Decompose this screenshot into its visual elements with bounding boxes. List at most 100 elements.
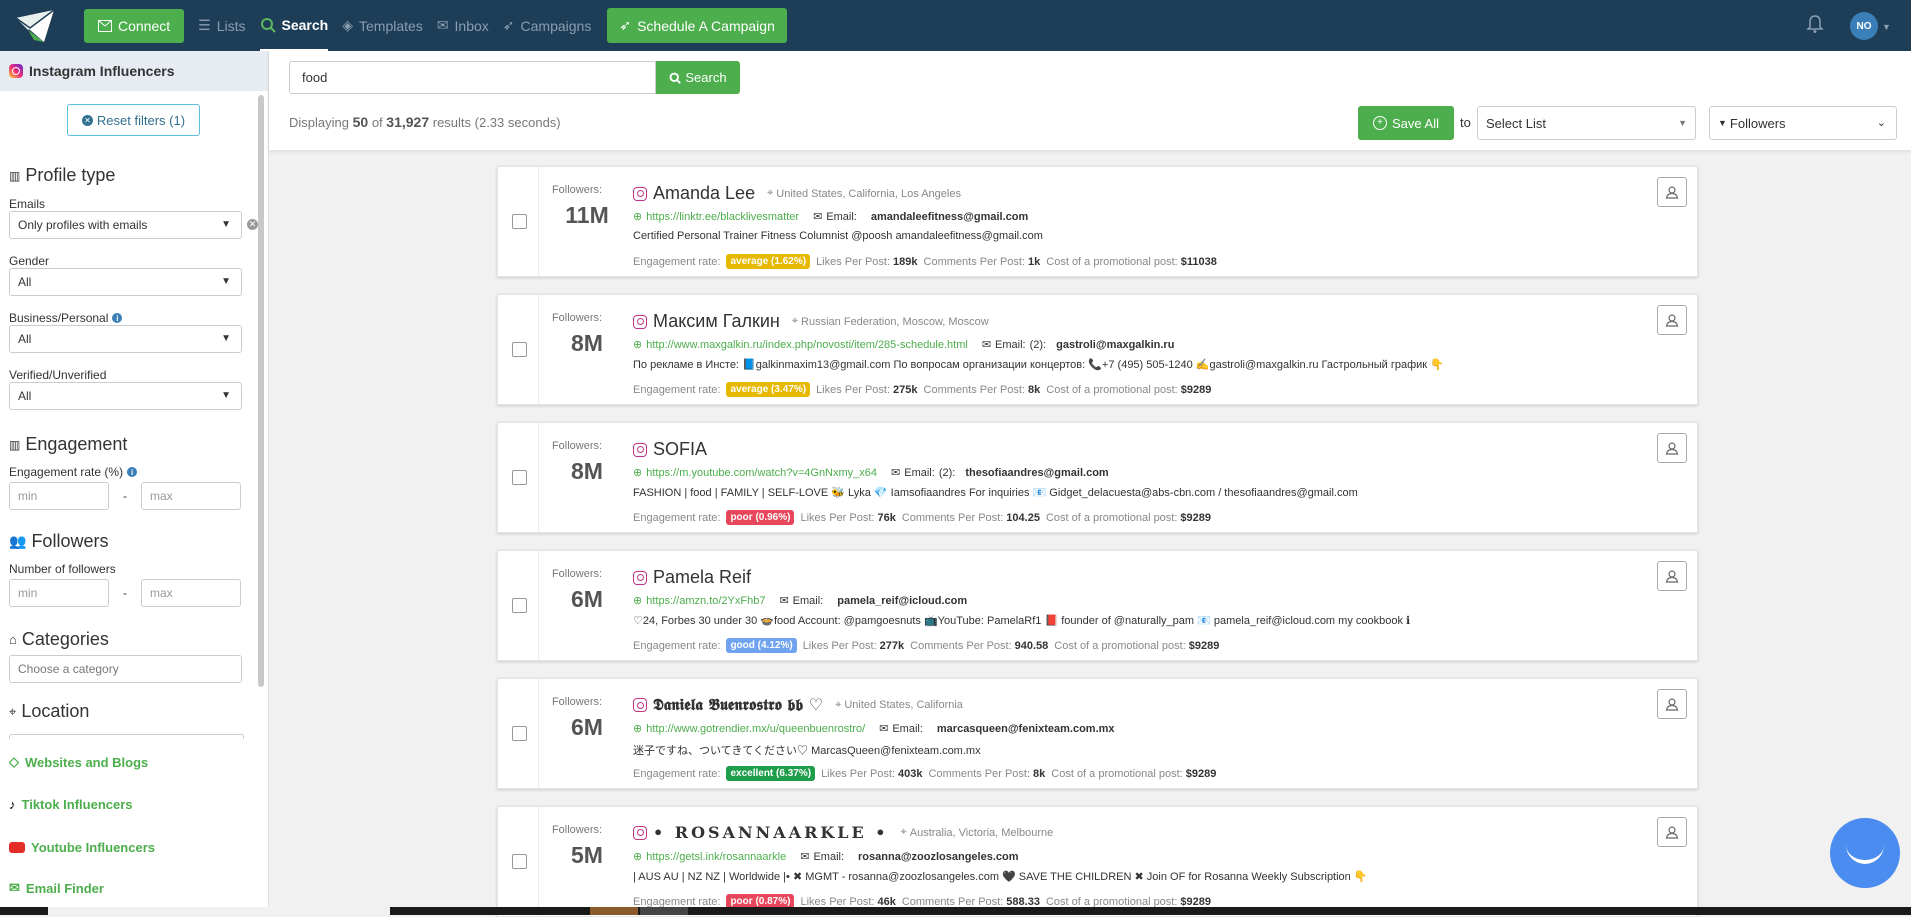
profile-type-title: Profile type bbox=[25, 165, 116, 185]
add-to-list-button[interactable] bbox=[1657, 305, 1687, 335]
user-icon bbox=[1665, 826, 1679, 839]
influencer-name[interactable]: • ROSANNAARKLE • bbox=[653, 823, 889, 842]
likes-value: 189k bbox=[893, 255, 918, 268]
card-divider bbox=[538, 423, 539, 532]
nav-search[interactable]: Search bbox=[259, 0, 329, 51]
nav-templates[interactable]: ◈ Templates bbox=[342, 0, 423, 51]
name-row: Pamela Reif bbox=[633, 567, 751, 588]
users-icon: 👥 bbox=[9, 533, 27, 549]
influencer-name[interactable]: Максим Галкин bbox=[653, 311, 780, 332]
followers-count: 5M bbox=[571, 842, 603, 868]
emails-select[interactable]: Only profiles with emails ▼ bbox=[9, 211, 242, 239]
likes-label: Likes Per Post: bbox=[800, 895, 875, 908]
website-link[interactable]: https://linktr.ee/blacklivesmatter bbox=[646, 211, 799, 223]
location-input[interactable] bbox=[9, 734, 244, 739]
bio-text: ♡24, Forbes 30 under 30 🍲food Account: @… bbox=[633, 615, 1411, 627]
schedule-campaign-button[interactable]: ➶ Schedule A Campaign bbox=[607, 8, 787, 43]
sidebar-link-email-finder[interactable]: ✉ Email Finder bbox=[9, 880, 104, 896]
nav-inbox[interactable]: ✉ Inbox bbox=[437, 0, 489, 51]
sidebar-link-websites[interactable]: ◇ Websites and Blogs bbox=[9, 754, 148, 770]
email-address[interactable]: marcasqueen@fenixteam.com.mx bbox=[937, 723, 1115, 735]
email-address[interactable]: amandaleefitness@gmail.com bbox=[871, 211, 1028, 223]
clear-emails-icon[interactable]: ✕ bbox=[247, 219, 258, 230]
category-input[interactable]: Choose a category bbox=[9, 655, 242, 683]
select-checkbox[interactable] bbox=[512, 342, 527, 357]
business-personal-select[interactable]: All ▼ bbox=[9, 325, 242, 353]
bell-icon[interactable] bbox=[1806, 14, 1824, 34]
rocket-icon: ➶ bbox=[619, 17, 632, 33]
gender-select[interactable]: All ▼ bbox=[9, 268, 242, 296]
select-checkbox[interactable] bbox=[512, 854, 527, 869]
info-icon[interactable]: i bbox=[127, 467, 138, 477]
sidebar-title: Instagram Influencers bbox=[29, 63, 175, 79]
influencer-card: Followers: 6M Pamela Reif ⊕ https://amzn… bbox=[497, 550, 1698, 661]
select-checkbox[interactable] bbox=[512, 598, 527, 613]
influencer-card: Followers: 8M Максим Галкин ⌖ Russian Fed… bbox=[497, 294, 1698, 405]
website-link[interactable]: http://www.maxgalkin.ru/index.php/novost… bbox=[646, 339, 968, 351]
add-to-list-button[interactable] bbox=[1657, 817, 1687, 847]
website-link[interactable]: http://www.gotrendier.mx/u/queenbuenrost… bbox=[646, 723, 865, 735]
select-checkbox[interactable] bbox=[512, 214, 527, 229]
save-all-button[interactable]: + Save All bbox=[1358, 106, 1454, 140]
website-link[interactable]: https://m.youtube.com/watch?v=4GnNxmy_x6… bbox=[646, 467, 877, 479]
sidebar-link-youtube[interactable]: Youtube Influencers bbox=[9, 840, 155, 855]
profile-type-heading: ▥ Profile type bbox=[9, 165, 115, 186]
avatar[interactable]: NO bbox=[1850, 12, 1878, 40]
chevron-down-icon: ▼ bbox=[221, 390, 231, 401]
user-icon bbox=[1665, 442, 1679, 455]
select-checkbox[interactable] bbox=[512, 470, 527, 485]
likes-label: Likes Per Post: bbox=[800, 511, 875, 524]
followers-min-input[interactable]: min bbox=[9, 579, 109, 607]
diamond-icon: ◇ bbox=[9, 754, 19, 769]
add-to-list-button[interactable] bbox=[1657, 177, 1687, 207]
tiktok-icon: ♪ bbox=[9, 797, 16, 812]
chevron-down-icon[interactable]: ▼ bbox=[1882, 22, 1891, 32]
search-input[interactable]: food bbox=[289, 61, 656, 94]
card-divider bbox=[538, 679, 539, 788]
nav-campaigns[interactable]: ➶ Campaigns bbox=[503, 0, 592, 51]
engagement-min-input[interactable]: min bbox=[9, 482, 109, 510]
influencer-name[interactable]: 𝕯𝖆𝖓𝖎𝖊𝖑𝖆 𝕭𝖚𝖊𝖓𝖗𝖔𝖘𝖙𝖗𝖔 𝖇𝖇 ♡ bbox=[653, 695, 823, 715]
bar-chart-icon: ▥ bbox=[9, 168, 21, 183]
reset-filters-button[interactable]: ✕ Reset filters (1) bbox=[67, 104, 200, 136]
sidebar-header: Instagram Influencers bbox=[0, 51, 268, 91]
map-marker-icon: ⌖ bbox=[791, 315, 799, 327]
verified-select[interactable]: All ▼ bbox=[9, 382, 242, 410]
email-address[interactable]: thesofiaandres@gmail.com bbox=[965, 467, 1108, 479]
website-link[interactable]: https://getsl.ink/rosannaarkle bbox=[646, 851, 786, 863]
sidebar-link-tiktok[interactable]: ♪ Tiktok Influencers bbox=[9, 797, 133, 812]
likes-label: Likes Per Post: bbox=[802, 639, 877, 652]
likes-label: Likes Per Post: bbox=[816, 255, 891, 268]
comments-value: 588.33 bbox=[1006, 895, 1040, 908]
website-link[interactable]: https://amzn.to/2YxFhb7 bbox=[646, 595, 765, 607]
influencer-name[interactable]: SOFIA bbox=[653, 439, 707, 460]
chat-widget-button[interactable] bbox=[1830, 818, 1900, 888]
sort-dropdown[interactable]: ▼ Followers ⌄ bbox=[1709, 106, 1897, 140]
engagement-max-input[interactable]: max bbox=[141, 482, 241, 510]
results-shown: 50 bbox=[352, 114, 369, 130]
add-to-list-button[interactable] bbox=[1657, 433, 1687, 463]
categories-heading: ⌂ Categories bbox=[9, 629, 109, 650]
info-icon[interactable]: i bbox=[112, 313, 123, 323]
map-marker-icon: ⌖ bbox=[767, 187, 774, 199]
add-to-list-button[interactable] bbox=[1657, 561, 1687, 591]
app-logo[interactable] bbox=[12, 6, 58, 46]
nav-lists[interactable]: ☰ Lists bbox=[198, 0, 245, 51]
sidebar-scrollbar[interactable] bbox=[258, 95, 264, 687]
add-to-list-button[interactable] bbox=[1657, 689, 1687, 719]
influencer-name[interactable]: Pamela Reif bbox=[653, 567, 751, 588]
search-button[interactable]: Search bbox=[656, 61, 740, 94]
comments-label: Comments Per Post: bbox=[901, 511, 1004, 524]
followers-max-input[interactable]: max bbox=[141, 579, 241, 607]
email-address[interactable]: rosanna@zoozlosangeles.com bbox=[858, 851, 1019, 863]
select-checkbox[interactable] bbox=[512, 726, 527, 741]
select-list-dropdown[interactable]: Select List ▼ bbox=[1477, 106, 1696, 140]
tag-icon: ⌂ bbox=[9, 632, 17, 647]
email-address[interactable]: pamela_reif@icloud.com bbox=[837, 595, 967, 607]
stats-row: Engagement rate: average (1.62%) Likes P… bbox=[633, 254, 1223, 269]
connect-button[interactable]: Connect bbox=[84, 8, 185, 43]
engagement-heading: ▥ Engagement bbox=[9, 434, 127, 455]
email-address[interactable]: gastroli@maxgalkin.ru bbox=[1056, 339, 1174, 351]
influencer-name[interactable]: Amanda Lee bbox=[653, 183, 755, 204]
bio-text: Certified Personal Trainer Fitness Colum… bbox=[633, 230, 1043, 242]
